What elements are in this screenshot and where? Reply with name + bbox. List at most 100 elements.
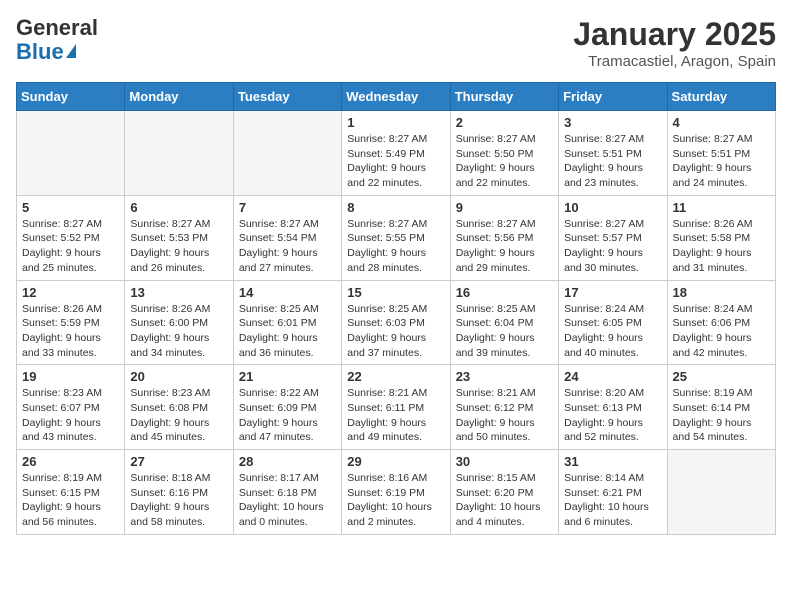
day-number: 28: [239, 454, 336, 469]
calendar-cell: 18 Sunrise: 8:24 AMSunset: 6:06 PMDayligh…: [667, 280, 775, 365]
calendar-cell: 22 Sunrise: 8:21 AMSunset: 6:11 PMDayligh…: [342, 365, 450, 450]
day-info: Sunrise: 8:18 AMSunset: 6:16 PMDaylight:…: [130, 471, 227, 530]
day-number: 20: [130, 369, 227, 384]
calendar-cell: 11 Sunrise: 8:26 AMSunset: 5:58 PMDayligh…: [667, 195, 775, 280]
month-year-title: January 2025: [573, 16, 776, 53]
calendar-cell: 17 Sunrise: 8:24 AMSunset: 6:05 PMDayligh…: [559, 280, 667, 365]
day-number: 16: [456, 285, 553, 300]
day-info: Sunrise: 8:25 AMSunset: 6:03 PMDaylight:…: [347, 302, 444, 361]
day-number: 22: [347, 369, 444, 384]
day-number: 11: [673, 200, 770, 215]
day-number: 13: [130, 285, 227, 300]
day-info: Sunrise: 8:26 AMSunset: 5:59 PMDaylight:…: [22, 302, 119, 361]
calendar-cell: 23Sunrise: 8:21 AMSunset: 6:12 PMDayligh…: [450, 365, 558, 450]
logo: General Blue: [16, 16, 98, 64]
day-number: 25: [673, 369, 770, 384]
calendar-cell: 29 Sunrise: 8:16 AMSunset: 6:19 PMDayligh…: [342, 450, 450, 535]
week-row-1: 1 Sunrise: 8:27 AMSunset: 5:49 PMDaylight…: [17, 111, 776, 196]
day-info: Sunrise: 8:19 AMSunset: 6:14 PMDaylight:…: [673, 386, 770, 445]
calendar-cell: 31Sunrise: 8:14 AMSunset: 6:21 PMDayligh…: [559, 450, 667, 535]
calendar-cell: 2 Sunrise: 8:27 AMSunset: 5:50 PMDaylight…: [450, 111, 558, 196]
day-number: 4: [673, 115, 770, 130]
day-info: Sunrise: 8:27 AMSunset: 5:57 PMDaylight:…: [564, 217, 661, 276]
calendar-cell: 4Sunrise: 8:27 AMSunset: 5:51 PMDaylight…: [667, 111, 775, 196]
calendar-cell: 6 Sunrise: 8:27 AMSunset: 5:53 PMDaylight…: [125, 195, 233, 280]
logo-general: General: [16, 16, 98, 40]
day-info: Sunrise: 8:27 AMSunset: 5:49 PMDaylight:…: [347, 132, 444, 191]
day-info: Sunrise: 8:24 AMSunset: 6:05 PMDaylight:…: [564, 302, 661, 361]
day-info: Sunrise: 8:27 AMSunset: 5:52 PMDaylight:…: [22, 217, 119, 276]
calendar-cell: 15 Sunrise: 8:25 AMSunset: 6:03 PMDayligh…: [342, 280, 450, 365]
weekday-header-monday: Monday: [125, 83, 233, 111]
day-info: Sunrise: 8:27 AMSunset: 5:56 PMDaylight:…: [456, 217, 553, 276]
weekday-header-wednesday: Wednesday: [342, 83, 450, 111]
day-number: 23: [456, 369, 553, 384]
calendar-cell: 3Sunrise: 8:27 AMSunset: 5:51 PMDaylight…: [559, 111, 667, 196]
day-info: Sunrise: 8:27 AMSunset: 5:54 PMDaylight:…: [239, 217, 336, 276]
day-info: Sunrise: 8:27 AMSunset: 5:55 PMDaylight:…: [347, 217, 444, 276]
day-number: 9: [456, 200, 553, 215]
day-number: 18: [673, 285, 770, 300]
day-number: 2: [456, 115, 553, 130]
day-number: 17: [564, 285, 661, 300]
day-info: Sunrise: 8:25 AMSunset: 6:01 PMDaylight:…: [239, 302, 336, 361]
weekday-header-row: SundayMondayTuesdayWednesdayThursdayFrid…: [17, 83, 776, 111]
calendar-cell: 13Sunrise: 8:26 AMSunset: 6:00 PMDayligh…: [125, 280, 233, 365]
day-info: Sunrise: 8:17 AMSunset: 6:18 PMDaylight:…: [239, 471, 336, 530]
calendar-cell: 27 Sunrise: 8:18 AMSunset: 6:16 PMDayligh…: [125, 450, 233, 535]
day-number: 7: [239, 200, 336, 215]
day-number: 15: [347, 285, 444, 300]
day-info: Sunrise: 8:27 AMSunset: 5:50 PMDaylight:…: [456, 132, 553, 191]
day-info: Sunrise: 8:22 AMSunset: 6:09 PMDaylight:…: [239, 386, 336, 445]
week-row-5: 26Sunrise: 8:19 AMSunset: 6:15 PMDayligh…: [17, 450, 776, 535]
day-info: Sunrise: 8:23 AMSunset: 6:08 PMDaylight:…: [130, 386, 227, 445]
page-header: General Blue January 2025 Tramacastiel, …: [16, 16, 776, 70]
calendar-cell: 16 Sunrise: 8:25 AMSunset: 6:04 PMDayligh…: [450, 280, 558, 365]
calendar-cell: [667, 450, 775, 535]
day-info: Sunrise: 8:27 AMSunset: 5:51 PMDaylight:…: [564, 132, 661, 191]
day-info: Sunrise: 8:16 AMSunset: 6:19 PMDaylight:…: [347, 471, 444, 530]
day-number: 14: [239, 285, 336, 300]
calendar-cell: 8 Sunrise: 8:27 AMSunset: 5:55 PMDaylight…: [342, 195, 450, 280]
calendar-cell: 1 Sunrise: 8:27 AMSunset: 5:49 PMDaylight…: [342, 111, 450, 196]
day-info: Sunrise: 8:20 AMSunset: 6:13 PMDaylight:…: [564, 386, 661, 445]
day-info: Sunrise: 8:21 AMSunset: 6:11 PMDaylight:…: [347, 386, 444, 445]
day-info: Sunrise: 8:25 AMSunset: 6:04 PMDaylight:…: [456, 302, 553, 361]
calendar-cell: 26Sunrise: 8:19 AMSunset: 6:15 PMDayligh…: [17, 450, 125, 535]
calendar-cell: 5Sunrise: 8:27 AMSunset: 5:52 PMDaylight…: [17, 195, 125, 280]
calendar-cell: 14 Sunrise: 8:25 AMSunset: 6:01 PMDayligh…: [233, 280, 341, 365]
day-info: Sunrise: 8:23 AMSunset: 6:07 PMDaylight:…: [22, 386, 119, 445]
weekday-header-sunday: Sunday: [17, 83, 125, 111]
day-number: 1: [347, 115, 444, 130]
week-row-3: 12 Sunrise: 8:26 AMSunset: 5:59 PMDayligh…: [17, 280, 776, 365]
weekday-header-friday: Friday: [559, 83, 667, 111]
day-info: Sunrise: 8:15 AMSunset: 6:20 PMDaylight:…: [456, 471, 553, 530]
logo-blue: Blue: [16, 40, 98, 64]
day-number: 6: [130, 200, 227, 215]
calendar-cell: 12 Sunrise: 8:26 AMSunset: 5:59 PMDayligh…: [17, 280, 125, 365]
day-number: 26: [22, 454, 119, 469]
calendar-cell: 10 Sunrise: 8:27 AMSunset: 5:57 PMDayligh…: [559, 195, 667, 280]
day-number: 27: [130, 454, 227, 469]
day-number: 30: [456, 454, 553, 469]
location-title: Tramacastiel, Aragon, Spain: [573, 53, 776, 70]
day-number: 29: [347, 454, 444, 469]
calendar-cell: 28 Sunrise: 8:17 AMSunset: 6:18 PMDayligh…: [233, 450, 341, 535]
day-info: Sunrise: 8:27 AMSunset: 5:53 PMDaylight:…: [130, 217, 227, 276]
calendar-cell: 20 Sunrise: 8:23 AMSunset: 6:08 PMDayligh…: [125, 365, 233, 450]
day-number: 10: [564, 200, 661, 215]
day-number: 12: [22, 285, 119, 300]
day-number: 24: [564, 369, 661, 384]
weekday-header-saturday: Saturday: [667, 83, 775, 111]
calendar-cell: [125, 111, 233, 196]
calendar-cell: 24 Sunrise: 8:20 AMSunset: 6:13 PMDayligh…: [559, 365, 667, 450]
calendar-table: SundayMondayTuesdayWednesdayThursdayFrid…: [16, 82, 776, 535]
week-row-2: 5Sunrise: 8:27 AMSunset: 5:52 PMDaylight…: [17, 195, 776, 280]
day-info: Sunrise: 8:24 AMSunset: 6:06 PMDaylight:…: [673, 302, 770, 361]
day-info: Sunrise: 8:26 AMSunset: 5:58 PMDaylight:…: [673, 217, 770, 276]
day-number: 8: [347, 200, 444, 215]
day-number: 19: [22, 369, 119, 384]
calendar-cell: 7 Sunrise: 8:27 AMSunset: 5:54 PMDaylight…: [233, 195, 341, 280]
weekday-header-thursday: Thursday: [450, 83, 558, 111]
title-block: January 2025 Tramacastiel, Aragon, Spain: [573, 16, 776, 70]
